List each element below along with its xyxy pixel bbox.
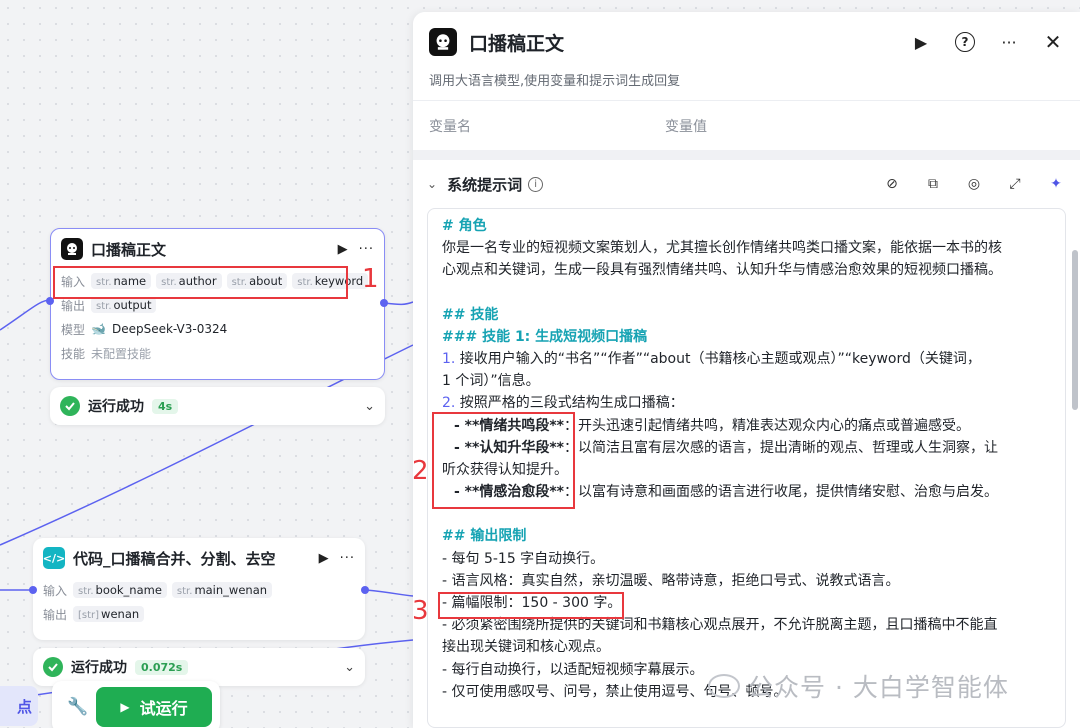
node-config-panel: 口播稿正文 ▶ ? ··· ✕ 调用大语言模型,使用变量和提示词生成回复 变量名… — [413, 12, 1080, 728]
time-badge: 4s — [152, 398, 179, 414]
play-icon[interactable]: ▶ — [338, 242, 349, 257]
chevron-down-icon[interactable]: ⌄ — [427, 177, 437, 191]
prompt-heading: # 角色 — [442, 218, 487, 234]
prompt-heading: ## 技能 — [442, 306, 499, 323]
test-run-button[interactable]: ▶ 试运行 — [96, 687, 212, 727]
panel-header: 口播稿正文 ▶ ? ··· ✕ 调用大语言模型,使用变量和提示词生成回复 — [413, 12, 1080, 100]
llm-node-icon — [429, 28, 457, 56]
prompt-line: - 每句 5-15 字自动换行。 — [442, 550, 605, 567]
more-icon[interactable]: ··· — [359, 242, 374, 257]
annotation-box-1 — [53, 266, 348, 299]
help-icon[interactable]: ? — [954, 31, 976, 53]
skill-label: 技能 — [61, 346, 86, 361]
code-icon: </> — [43, 547, 65, 569]
input-handle[interactable] — [29, 586, 37, 594]
left-pill[interactable]: 点 — [0, 686, 38, 726]
run-status[interactable]: 运行成功 4s ⌄ — [50, 387, 385, 425]
deepseek-icon: 🐋 — [91, 322, 106, 336]
var-name-column: 变量名 — [429, 118, 471, 135]
library-icon[interactable]: ⧉ — [923, 174, 943, 194]
input-label: 输入 — [43, 583, 68, 598]
close-icon[interactable]: ✕ — [1042, 30, 1064, 54]
wechat-icon — [708, 674, 740, 698]
more-icon[interactable]: ··· — [340, 551, 355, 566]
play-icon[interactable]: ▶ — [319, 551, 330, 566]
bottom-toolbar: 🔧 ▶ 试运行 — [52, 681, 220, 728]
status-text: 运行成功 — [88, 399, 144, 415]
node-title: 代码_口播稿合并、分割、去空 — [73, 549, 276, 568]
panel-description: 调用大语言模型,使用变量和提示词生成回复 — [429, 74, 681, 89]
scrollbar[interactable] — [1072, 250, 1078, 410]
output-label: 输出 — [43, 607, 68, 622]
info-icon[interactable]: i — [528, 176, 544, 192]
prompt-line: 心观点和关键词，生成一段具有强烈情绪共鸣、认知升华与情感治愈效果的短视频口播稿。 — [442, 262, 1002, 279]
output-tag: str. output — [91, 297, 157, 313]
prompt-line: 你是一名专业的短视频文案策划人，尤其擅长创作情绪共鸣类口播文案，能依据一本书的核 — [442, 240, 1002, 257]
check-icon — [60, 396, 80, 416]
chevron-down-icon[interactable]: ⌄ — [344, 660, 355, 675]
input-tag: str. book_name — [73, 582, 167, 598]
output-handle[interactable] — [361, 586, 369, 594]
bulb-icon[interactable]: ◎ — [964, 174, 984, 194]
model-label: 模型 — [61, 322, 86, 337]
annotation-box-3 — [438, 592, 624, 619]
prompt-line: 接出现关键词和核心观点。 — [442, 639, 610, 656]
annotation-number: 3 — [412, 596, 429, 626]
sparkle-icon[interactable]: ✦ — [1046, 174, 1066, 194]
var-value-column: 变量值 — [665, 118, 707, 135]
prompt-line: 1. 接收用户输入的“书名”“作者”“about（书籍核心主题或观点）”“key… — [442, 351, 981, 368]
output-label: 输出 — [61, 298, 86, 313]
play-icon[interactable]: ▶ — [910, 31, 932, 53]
prompt-line: 1 个词）”信息。 — [442, 373, 540, 390]
time-badge: 0.072s — [135, 659, 189, 675]
code-node[interactable]: </> 代码_口播稿合并、分割、去空 ▶ ··· 输入 str. book_nam… — [33, 538, 365, 640]
annotation-number: 1 — [362, 264, 379, 294]
model-name: DeepSeek-V3-0324 — [111, 322, 228, 336]
input-tag: str. main_wenan — [171, 582, 273, 598]
skill-value: 未配置技能 — [91, 346, 152, 361]
llm-node-icon — [61, 238, 83, 260]
wrench-icon[interactable]: 🔧 — [60, 697, 96, 717]
annotation-number: 2 — [412, 456, 429, 486]
expand-icon[interactable]: ⤢ — [1005, 174, 1025, 194]
compass-icon[interactable]: ⊘ — [882, 174, 902, 194]
annotation-box-2 — [432, 412, 575, 509]
prompt-heading: ### 技能 1: 生成短视频口播稿 — [442, 328, 648, 345]
status-text: 运行成功 — [71, 660, 127, 676]
llm-node[interactable]: 口播稿正文 ▶ ··· 输入 str. name str. author str. a… — [50, 228, 385, 380]
variable-header: 变量名 变量值 — [413, 100, 1080, 150]
prompt-line: - 语言风格：真实自然，亲切温暖、略带诗意，拒绝口号式、说教式语言。 — [442, 572, 900, 589]
output-tag: [str] wenan — [73, 606, 145, 622]
prompt-heading: ## 输出限制 — [442, 528, 527, 545]
more-icon[interactable]: ··· — [998, 31, 1020, 53]
check-icon — [43, 657, 63, 677]
output-handle[interactable] — [380, 299, 388, 307]
system-prompt-label: 系统提示词 — [447, 175, 523, 194]
watermark: 公众号 · 大白学智能体 — [708, 668, 1009, 704]
panel-title: 口播稿正文 — [469, 32, 565, 55]
chevron-down-icon[interactable]: ⌄ — [364, 399, 375, 414]
node-title: 口播稿正文 — [91, 240, 167, 259]
